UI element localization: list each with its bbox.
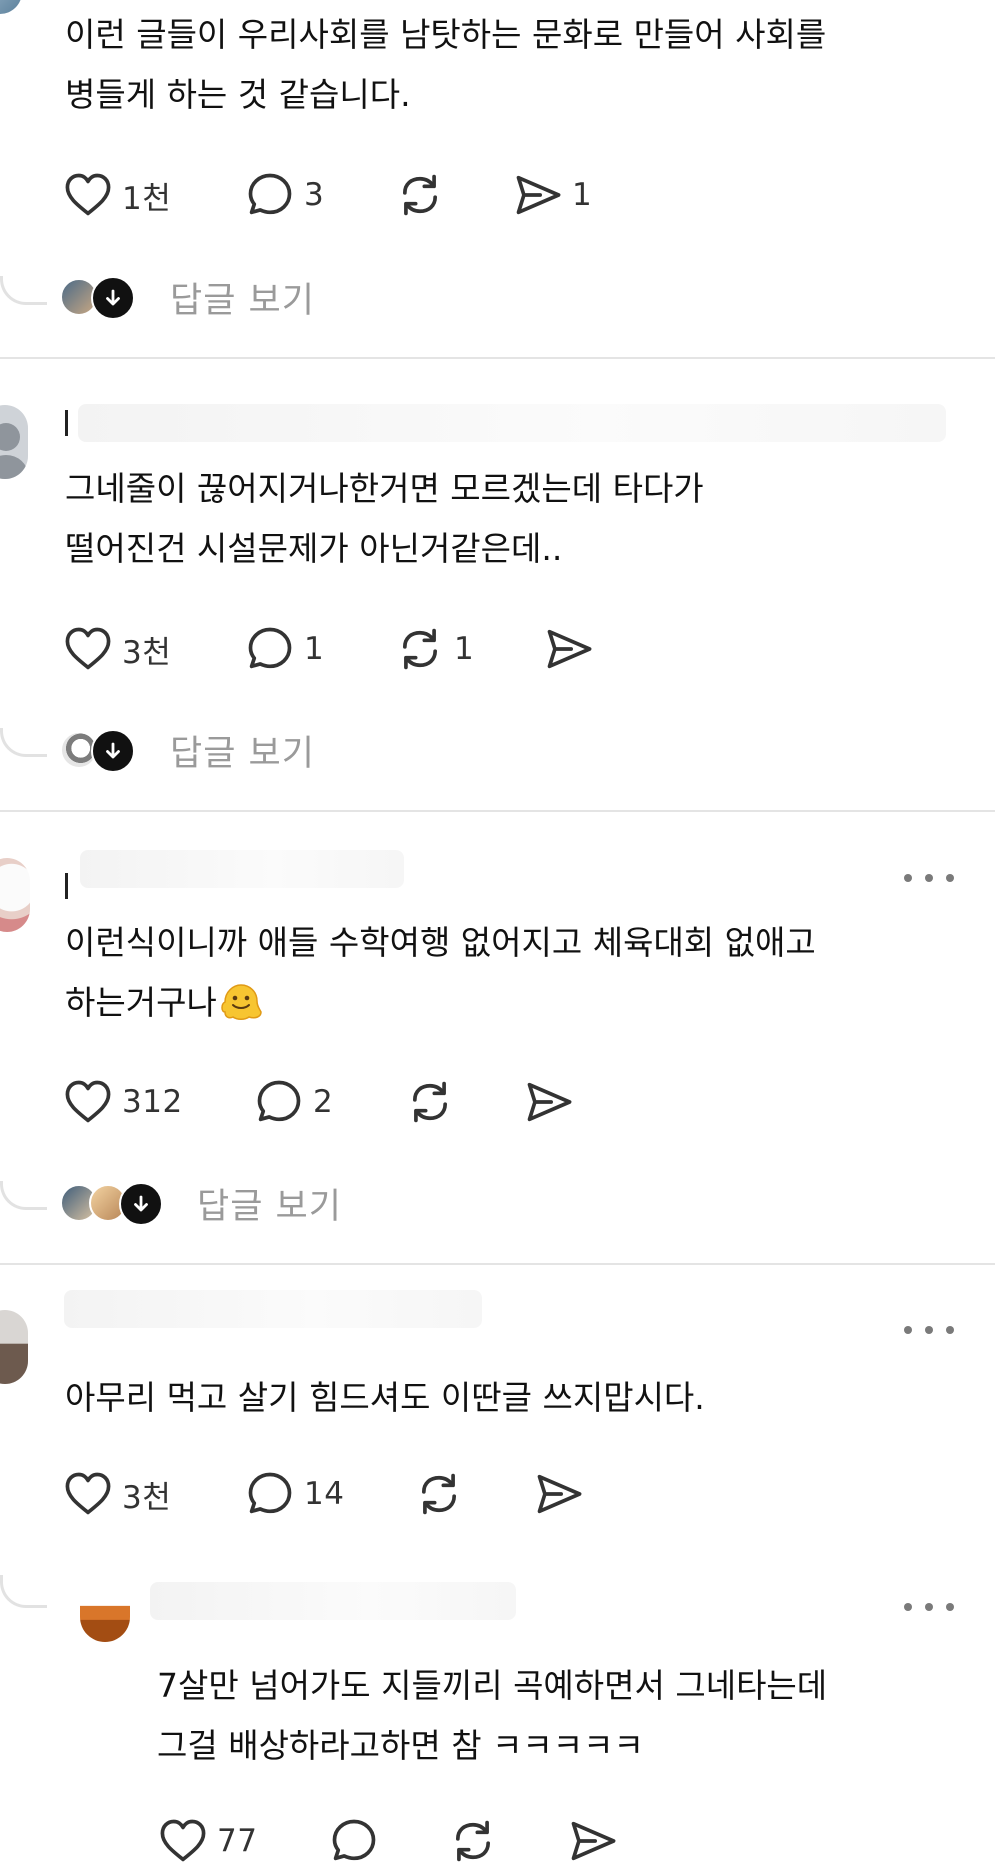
more-options-button[interactable] [904,1600,954,1614]
repost-icon [394,623,446,675]
thread-line [0,1575,47,1608]
send-icon [533,1468,585,1520]
speech-bubble-icon [328,1815,380,1867]
thread-line [0,1181,47,1210]
reply-count: 14 [304,1476,345,1512]
share-button[interactable] [523,1076,575,1128]
avatar[interactable] [0,858,30,932]
melting-face-emoji-icon [221,984,262,1020]
expand-replies-button[interactable] [119,1182,163,1226]
speech-bubble-icon [244,169,296,221]
avatar[interactable] [80,1586,130,1642]
share-count: 1 [572,177,593,213]
more-options-button[interactable] [904,1323,954,1337]
repost-button[interactable]: 1 [394,623,474,675]
send-icon [512,169,564,221]
reply-button[interactable]: 2 [253,1076,333,1128]
reply-button[interactable]: 3 [244,169,324,221]
more-dots-icon [904,1603,912,1611]
reply-count: 1 [304,631,325,667]
reply-button[interactable]: 1 [244,623,324,675]
heart-icon [62,1468,114,1520]
send-icon [523,1076,575,1128]
heart-icon [157,1815,209,1867]
heart-icon [62,623,114,675]
avatar[interactable] [0,0,22,14]
repost-button[interactable] [413,1468,465,1520]
repost-button[interactable] [404,1076,456,1128]
like-button[interactable]: 3천 [62,1468,171,1520]
repost-icon [447,1815,499,1867]
avatar[interactable] [0,1310,28,1384]
repost-button[interactable] [447,1815,499,1867]
like-count: 3천 [122,634,172,671]
username-mark [65,873,68,899]
like-button[interactable]: 1천 [62,169,171,221]
username-mark [65,410,68,436]
speech-bubble-icon [244,623,296,675]
repost-icon [404,1076,456,1128]
like-count: 312 [122,1084,183,1120]
share-button[interactable] [567,1815,619,1867]
share-button[interactable]: 1 [512,169,592,221]
like-count: 77 [217,1823,258,1859]
arrow-down-icon [101,739,125,763]
comment-text: 하는거구나 [65,983,217,1022]
repost-button[interactable] [394,169,446,221]
avatar[interactable] [0,405,28,479]
repost-count: 1 [454,631,475,667]
username-blurred[interactable] [80,850,404,888]
like-button[interactable]: 312 [62,1076,183,1128]
view-replies-link[interactable]: 답글 보기 [170,725,315,776]
comment-text-line: 아무리 먹고 살기 힘드셔도 이딴글 쓰지맙시다. [65,1378,705,1417]
reply-count: 2 [313,1084,334,1120]
like-button[interactable]: 3천 [62,623,171,675]
view-replies-link[interactable]: 답글 보기 [197,1178,342,1229]
speech-bubble-icon [253,1076,305,1128]
view-replies-link[interactable]: 답글 보기 [170,272,315,323]
speech-bubble-icon [244,1468,296,1520]
expand-replies-button[interactable] [91,729,135,773]
comment-text-line: 하는거구나 [65,972,263,1033]
like-count: 1천 [122,180,172,217]
username-blurred[interactable] [150,1582,516,1620]
comment-text-line: 그네줄이 끊어지거나한거면 모르겠는데 타다가 [65,469,704,508]
divider [0,1263,995,1265]
reply-button[interactable]: 14 [244,1468,344,1520]
more-options-button[interactable] [904,871,954,885]
share-button[interactable] [543,623,595,675]
thread-line [0,728,47,757]
comment-text-line: 떨어진건 시설문제가 아닌거같은데.. [65,529,563,568]
comment-text-line: 이런 글들이 우리사회를 남탓하는 문화로 만들어 사회를 [65,15,827,54]
expand-replies-button[interactable] [91,276,135,320]
send-icon [543,623,595,675]
divider [0,810,995,812]
more-dots-icon [904,874,912,882]
comment-text-line: 7살만 넘어가도 지들끼리 곡예하면서 그네타는데 [157,1666,828,1705]
more-dots-icon [904,1326,912,1334]
arrow-down-icon [101,286,125,310]
send-icon [567,1815,619,1867]
comment-text-line: 병들게 하는 것 같습니다. [65,75,411,114]
comment-text-line: 이런식이니까 애들 수학여행 없어지고 체육대회 없애고 [65,923,816,962]
repost-icon [394,169,446,221]
username-blurred[interactable] [78,404,946,442]
reply-count: 3 [304,177,325,213]
divider [0,357,995,359]
share-button[interactable] [533,1468,585,1520]
repost-icon [413,1468,465,1520]
thread-line [0,276,47,305]
comment-text-line: 그걸 배상하라고하면 참 ㅋㅋㅋㅋㅋ [157,1726,644,1765]
reply-button[interactable] [328,1815,380,1867]
heart-icon [62,169,114,221]
like-button[interactable]: 77 [157,1815,257,1867]
like-count: 3천 [122,1479,172,1516]
heart-icon [62,1076,114,1128]
arrow-down-icon [129,1192,153,1216]
username-blurred[interactable] [64,1290,482,1328]
